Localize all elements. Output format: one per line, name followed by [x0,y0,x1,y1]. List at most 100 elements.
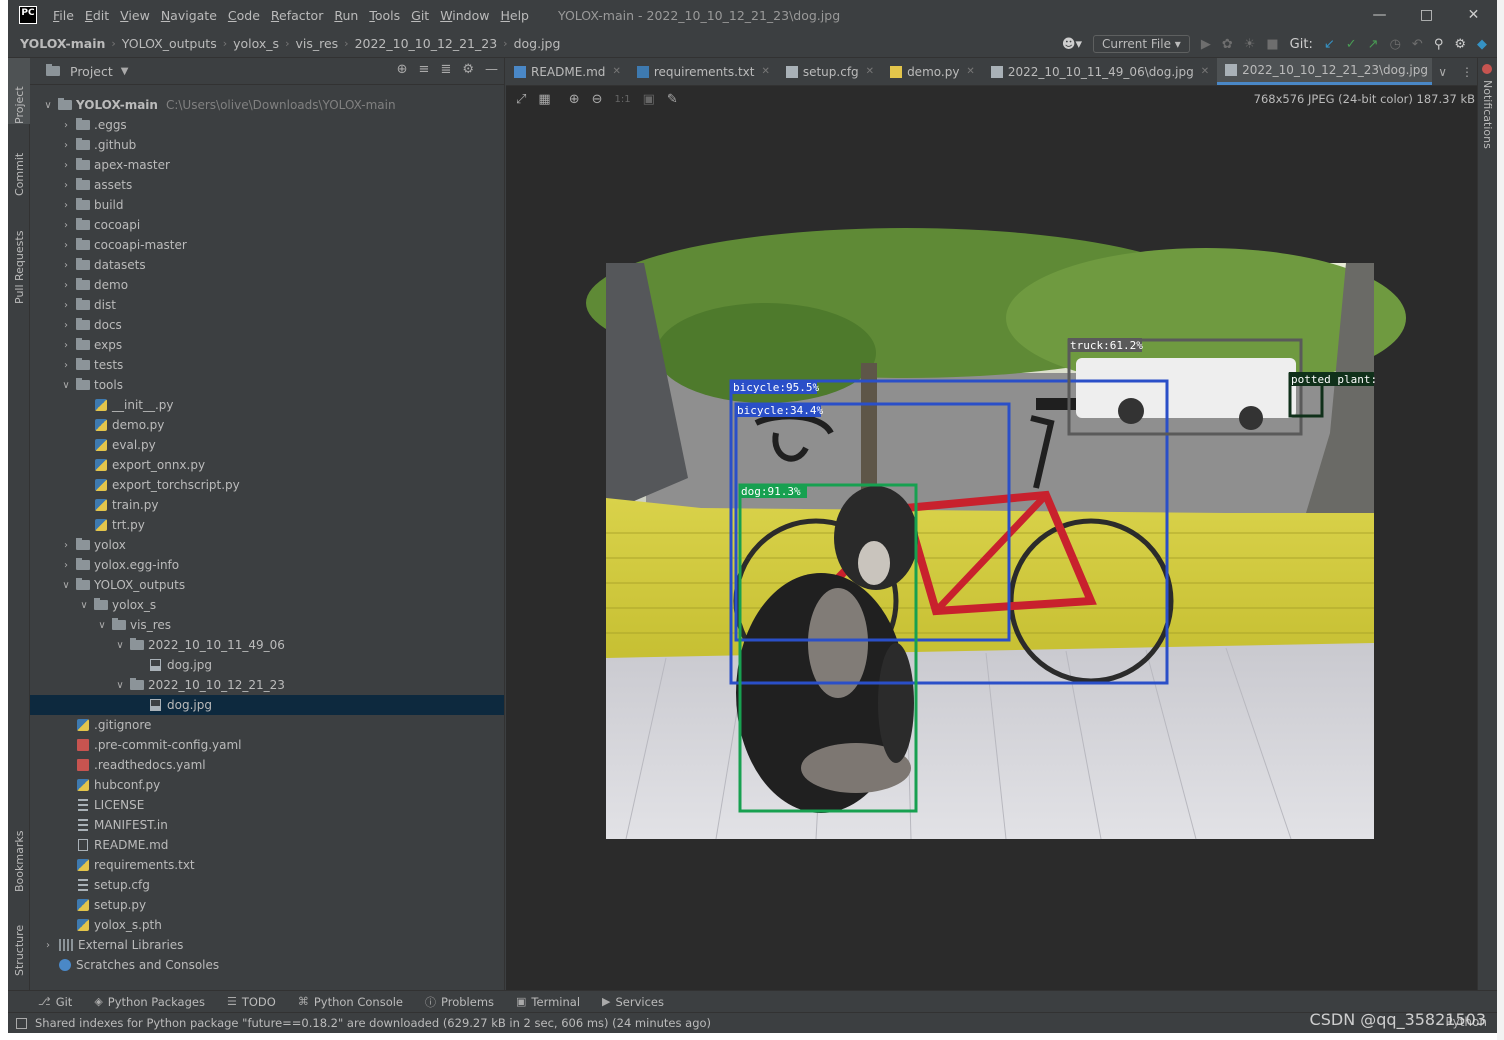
tool-window-problems[interactable]: ⓘ Problems [425,994,494,1010]
tree-item[interactable]: › datasets [30,255,504,275]
menu-window[interactable]: Window [440,8,489,23]
tree-item[interactable]: › apex-master [30,155,504,175]
menu-code[interactable]: Code [228,8,260,23]
tree-item[interactable]: ∨ vis_res [30,615,504,635]
breadcrumb-item[interactable]: vis_res [295,36,338,51]
run-icon[interactable]: ▶ [1201,37,1211,52]
editor-tab[interactable]: setup.cfg ✕ [778,58,882,85]
tab-bookmarks[interactable]: Bookmarks [8,820,30,892]
tab-notifications[interactable]: Notifications [1481,80,1494,149]
tool-window-git[interactable]: ⎇ Git [38,995,72,1009]
history-icon[interactable]: ◷ [1390,37,1401,52]
chevron-right-icon[interactable]: › [60,300,72,311]
tree-item[interactable]: setup.py [30,895,504,915]
chevron-right-icon[interactable]: › [60,200,72,211]
status-message[interactable]: Shared indexes for Python package "futur… [35,1016,711,1030]
menu-help[interactable]: Help [500,8,529,23]
tab-structure[interactable]: Structure [8,914,30,976]
menu-view[interactable]: View [120,8,150,23]
grid-toggle-icon[interactable]: ▦ [538,92,550,107]
tree-item[interactable]: dog.jpg [30,695,504,715]
tree-item[interactable]: › assets [30,175,504,195]
chevron-right-icon[interactable]: › [60,280,72,291]
tree-item[interactable]: demo.py [30,415,504,435]
tree-item[interactable]: › External Libraries [30,935,504,955]
tree-item[interactable]: export_torchscript.py [30,475,504,495]
chevron-right-icon[interactable]: › [60,180,72,191]
editor-tab[interactable]: 2022_10_10_12_21_23\dog.jpg✕ [1217,58,1452,85]
editor-tab[interactable]: 2022_10_10_11_49_06\dog.jpg ✕ [983,58,1217,85]
tree-item[interactable]: MANIFEST.in [30,815,504,835]
tree-item[interactable]: › demo [30,275,504,295]
tree-item[interactable]: README.md [30,835,504,855]
tree-item[interactable]: ∨ 2022_10_10_11_49_06 [30,635,504,655]
tree-item[interactable]: eval.py [30,435,504,455]
chevron-right-icon[interactable]: › [60,260,72,271]
layout-toggle-icon[interactable] [16,1017,27,1029]
tab-pull-requests[interactable]: Pull Requests [8,214,30,304]
tree-item[interactable]: dog.jpg [30,655,504,675]
tool-window-terminal[interactable]: ▣ Terminal [516,995,580,1009]
chevron-right-icon[interactable]: › [60,360,72,371]
breadcrumb-item[interactable]: YOLOX-main [20,36,105,51]
debug-icon[interactable]: ✿ [1222,37,1233,52]
search-icon[interactable]: ⚲ [1434,37,1444,52]
tree-item[interactable]: __init__.py [30,395,504,415]
tree-item[interactable]: › yolox [30,535,504,555]
expand-all-icon[interactable]: ≡ [419,62,430,77]
breadcrumb-item[interactable]: 2022_10_10_12_21_23 [355,36,498,51]
chevron-down-icon[interactable]: ∨ [1438,65,1447,79]
tool-window-python-console[interactable]: ⌘ Python Console [298,995,403,1009]
tree-item[interactable]: .pre-commit-config.yaml [30,735,504,755]
tree-item[interactable]: requirements.txt [30,855,504,875]
collapse-all-icon[interactable]: ≣ [440,62,451,77]
menu-edit[interactable]: Edit [85,8,109,23]
tree-item[interactable]: train.py [30,495,504,515]
chevron-right-icon[interactable]: › [60,160,72,171]
menu-navigate[interactable]: Navigate [161,8,217,23]
actual-size-button[interactable]: 1:1 [615,94,631,105]
chevron-down-icon[interactable]: ∨ [42,100,54,111]
chevron-down-icon[interactable]: ∨ [60,380,72,391]
menu-tools[interactable]: Tools [369,8,400,23]
maximize-icon[interactable]: □ [1403,0,1450,30]
chevron-right-icon[interactable]: › [60,240,72,251]
tree-item[interactable]: ∨ 2022_10_10_12_21_23 [30,675,504,695]
tree-item[interactable]: › dist [30,295,504,315]
chevron-right-icon[interactable]: › [60,320,72,331]
chevron-down-icon[interactable]: ∨ [114,680,126,691]
options-gear-icon[interactable]: ⚙ [462,62,474,77]
git-update-icon[interactable]: ↙ [1324,37,1335,52]
notification-bell-icon[interactable] [1482,64,1492,74]
menu-run[interactable]: Run [334,8,358,23]
breadcrumb-item[interactable]: yolox_s [233,36,279,51]
minimize-icon[interactable]: — [1356,0,1403,30]
tree-item[interactable]: › cocoapi-master [30,235,504,255]
chevron-down-icon[interactable]: ∨ [60,580,72,591]
tree-item[interactable]: › .github [30,135,504,155]
tree-item[interactable]: .readthedocs.yaml [30,755,504,775]
chevron-right-icon[interactable]: › [42,940,54,951]
editor-tab[interactable]: demo.py ✕ [882,58,983,85]
tree-item[interactable]: ∨ yolox_s [30,595,504,615]
zoom-out-icon[interactable]: ⊖ [592,92,603,107]
tab-commit[interactable]: Commit [8,134,30,196]
tab-project[interactable]: Project [8,58,30,124]
git-commit-icon[interactable]: ✓ [1346,37,1357,52]
close-icon[interactable]: ✕ [1450,0,1497,30]
tree-item[interactable]: .gitignore [30,715,504,735]
tree-item[interactable]: › exps [30,335,504,355]
chevron-down-icon[interactable]: ∨ [114,640,126,651]
settings-gear-icon[interactable]: ⚙ [1454,37,1466,52]
tool-window-todo[interactable]: ☰ TODO [227,995,276,1009]
close-tab-icon[interactable]: ✕ [1201,66,1209,77]
chevron-down-icon[interactable]: ▼ [121,66,129,77]
tree-item[interactable]: export_onnx.py [30,455,504,475]
menu-git[interactable]: Git [411,8,429,23]
tree-item[interactable]: Scratches and Consoles [30,955,504,975]
chevron-right-icon[interactable]: › [60,560,72,571]
fit-zoom-icon[interactable]: ⤢ [516,92,526,107]
color-picker-icon[interactable]: ✎ [667,92,678,107]
user-icon[interactable]: ☻▾ [1062,37,1082,52]
tree-item[interactable]: › cocoapi [30,215,504,235]
